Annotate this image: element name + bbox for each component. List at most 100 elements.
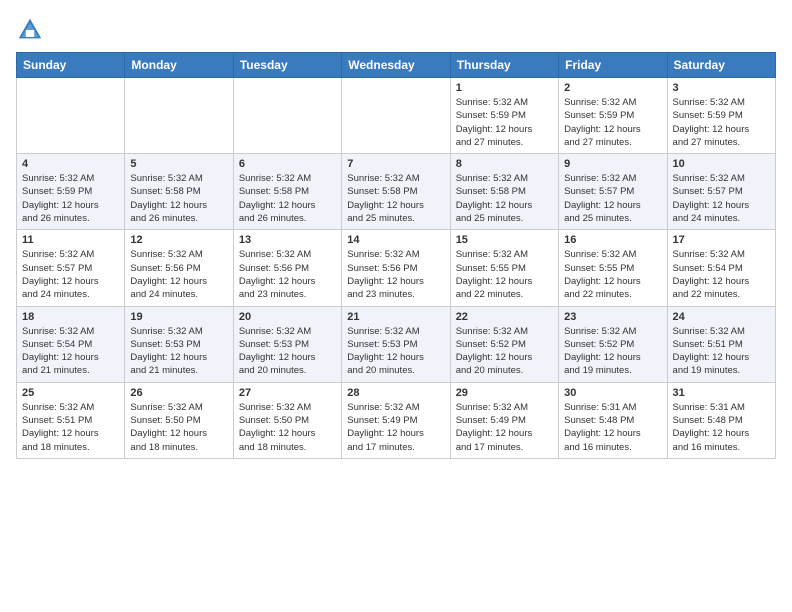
week-row-5: 25 Sunrise: 5:32 AM Sunset: 5:51 PM Dayli… [17, 382, 776, 458]
day-cell: 18 Sunrise: 5:32 AM Sunset: 5:54 PM Dayli… [17, 306, 125, 382]
day-cell: 2 Sunrise: 5:32 AM Sunset: 5:59 PM Daylig… [559, 78, 667, 154]
day-info: Sunrise: 5:32 AM Sunset: 5:51 PM Dayligh… [22, 401, 119, 454]
day-cell: 5Sunrise: 5:32 AM Sunset: 5:58 PM Daylig… [125, 154, 233, 230]
day-info: Sunrise: 5:32 AM Sunset: 5:49 PM Dayligh… [456, 401, 553, 454]
day-number: 18 [22, 311, 119, 323]
week-row-2: 4 Sunrise: 5:32 AM Sunset: 5:59 PM Daylig… [17, 154, 776, 230]
day-number: 29 [456, 387, 553, 399]
day-number: 8 [456, 158, 553, 170]
day-cell [125, 78, 233, 154]
day-number: 7 [347, 158, 444, 170]
day-number: 31 [673, 387, 770, 399]
logo-area [16, 16, 48, 44]
day-number: 30 [564, 387, 661, 399]
day-cell: 24Sunrise: 5:32 AM Sunset: 5:51 PM Dayli… [667, 306, 775, 382]
day-cell: 28 Sunrise: 5:32 AM Sunset: 5:49 PM Dayli… [342, 382, 450, 458]
day-cell: 3Sunrise: 5:32 AM Sunset: 5:59 PM Daylig… [667, 78, 775, 154]
day-info: Sunrise: 5:32 AM Sunset: 5:56 PM Dayligh… [347, 248, 444, 301]
header-cell-monday: Monday [125, 53, 233, 78]
day-cell: 29 Sunrise: 5:32 AM Sunset: 5:49 PM Dayli… [450, 382, 558, 458]
day-cell: 15 Sunrise: 5:32 AM Sunset: 5:55 PM Dayli… [450, 230, 558, 306]
day-cell: 4 Sunrise: 5:32 AM Sunset: 5:59 PM Daylig… [17, 154, 125, 230]
day-info: Sunrise: 5:32 AM Sunset: 5:59 PM Dayligh… [456, 96, 553, 149]
day-info: Sunrise: 5:32 AM Sunset: 5:53 PM Dayligh… [239, 325, 336, 378]
day-cell: 11 Sunrise: 5:32 AM Sunset: 5:57 PM Dayli… [17, 230, 125, 306]
day-cell: 12 Sunrise: 5:32 AM Sunset: 5:56 PM Dayli… [125, 230, 233, 306]
day-number: 13 [239, 234, 336, 246]
day-number: 14 [347, 234, 444, 246]
day-info: Sunrise: 5:32 AM Sunset: 5:55 PM Dayligh… [564, 248, 661, 301]
day-cell: 10Sunrise: 5:32 AM Sunset: 5:57 PM Dayli… [667, 154, 775, 230]
day-number: 17 [673, 234, 770, 246]
day-cell: 9Sunrise: 5:32 AM Sunset: 5:57 PM Daylig… [559, 154, 667, 230]
day-cell [233, 78, 341, 154]
day-number: 2 [564, 82, 661, 94]
day-info: Sunrise: 5:32 AM Sunset: 5:49 PM Dayligh… [347, 401, 444, 454]
day-number: 24 [673, 311, 770, 323]
day-number: 10 [673, 158, 770, 170]
page-container: SundayMondayTuesdayWednesdayThursdayFrid… [16, 16, 776, 459]
day-number: 16 [564, 234, 661, 246]
day-number: 27 [239, 387, 336, 399]
day-info: Sunrise: 5:32 AM Sunset: 5:57 PM Dayligh… [22, 248, 119, 301]
day-cell: 16 Sunrise: 5:32 AM Sunset: 5:55 PM Dayli… [559, 230, 667, 306]
day-info: Sunrise: 5:32 AM Sunset: 5:50 PM Dayligh… [239, 401, 336, 454]
day-info: Sunrise: 5:32 AM Sunset: 5:58 PM Dayligh… [456, 172, 553, 225]
day-info: Sunrise: 5:32 AM Sunset: 5:55 PM Dayligh… [456, 248, 553, 301]
day-number: 22 [456, 311, 553, 323]
day-cell: 25 Sunrise: 5:32 AM Sunset: 5:51 PM Dayli… [17, 382, 125, 458]
day-info: Sunrise: 5:32 AM Sunset: 5:56 PM Dayligh… [239, 248, 336, 301]
day-cell: 21Sunrise: 5:32 AM Sunset: 5:53 PM Dayli… [342, 306, 450, 382]
day-info: Sunrise: 5:31 AM Sunset: 5:48 PM Dayligh… [673, 401, 770, 454]
day-info: Sunrise: 5:32 AM Sunset: 5:53 PM Dayligh… [347, 325, 444, 378]
day-number: 23 [564, 311, 661, 323]
day-info: Sunrise: 5:32 AM Sunset: 5:59 PM Dayligh… [673, 96, 770, 149]
day-cell: 27 Sunrise: 5:32 AM Sunset: 5:50 PM Dayli… [233, 382, 341, 458]
calendar-body: 1 Sunrise: 5:32 AM Sunset: 5:59 PM Daylig… [17, 78, 776, 459]
day-number: 1 [456, 82, 553, 94]
day-info: Sunrise: 5:32 AM Sunset: 5:56 PM Dayligh… [130, 248, 227, 301]
calendar-table: SundayMondayTuesdayWednesdayThursdayFrid… [16, 52, 776, 459]
day-cell: 31 Sunrise: 5:31 AM Sunset: 5:48 PM Dayli… [667, 382, 775, 458]
day-number: 4 [22, 158, 119, 170]
day-cell: 7 Sunrise: 5:32 AM Sunset: 5:58 PM Daylig… [342, 154, 450, 230]
header-row: SundayMondayTuesdayWednesdayThursdayFrid… [17, 53, 776, 78]
day-info: Sunrise: 5:32 AM Sunset: 5:54 PM Dayligh… [673, 248, 770, 301]
day-info: Sunrise: 5:32 AM Sunset: 5:58 PM Dayligh… [239, 172, 336, 225]
header-cell-tuesday: Tuesday [233, 53, 341, 78]
week-row-3: 11 Sunrise: 5:32 AM Sunset: 5:57 PM Dayli… [17, 230, 776, 306]
day-info: Sunrise: 5:32 AM Sunset: 5:59 PM Dayligh… [564, 96, 661, 149]
day-cell: 13 Sunrise: 5:32 AM Sunset: 5:56 PM Dayli… [233, 230, 341, 306]
header-cell-sunday: Sunday [17, 53, 125, 78]
day-info: Sunrise: 5:32 AM Sunset: 5:53 PM Dayligh… [130, 325, 227, 378]
day-info: Sunrise: 5:32 AM Sunset: 5:57 PM Dayligh… [564, 172, 661, 225]
day-number: 28 [347, 387, 444, 399]
day-cell [17, 78, 125, 154]
day-cell: 14 Sunrise: 5:32 AM Sunset: 5:56 PM Dayli… [342, 230, 450, 306]
day-info: Sunrise: 5:32 AM Sunset: 5:58 PM Dayligh… [347, 172, 444, 225]
day-number: 20 [239, 311, 336, 323]
day-info: Sunrise: 5:31 AM Sunset: 5:48 PM Dayligh… [564, 401, 661, 454]
day-number: 6 [239, 158, 336, 170]
day-cell: 17 Sunrise: 5:32 AM Sunset: 5:54 PM Dayli… [667, 230, 775, 306]
header-cell-saturday: Saturday [667, 53, 775, 78]
day-cell: 23Sunrise: 5:32 AM Sunset: 5:52 PM Dayli… [559, 306, 667, 382]
day-number: 25 [22, 387, 119, 399]
day-cell: 8 Sunrise: 5:32 AM Sunset: 5:58 PM Daylig… [450, 154, 558, 230]
day-cell: 6 Sunrise: 5:32 AM Sunset: 5:58 PM Daylig… [233, 154, 341, 230]
day-cell: 22 Sunrise: 5:32 AM Sunset: 5:52 PM Dayli… [450, 306, 558, 382]
day-cell: 1 Sunrise: 5:32 AM Sunset: 5:59 PM Daylig… [450, 78, 558, 154]
header-cell-friday: Friday [559, 53, 667, 78]
day-info: Sunrise: 5:32 AM Sunset: 5:52 PM Dayligh… [456, 325, 553, 378]
day-info: Sunrise: 5:32 AM Sunset: 5:54 PM Dayligh… [22, 325, 119, 378]
week-row-4: 18 Sunrise: 5:32 AM Sunset: 5:54 PM Dayli… [17, 306, 776, 382]
header-cell-wednesday: Wednesday [342, 53, 450, 78]
day-number: 12 [130, 234, 227, 246]
logo-icon [16, 16, 44, 44]
day-cell: 26Sunrise: 5:32 AM Sunset: 5:50 PM Dayli… [125, 382, 233, 458]
day-number: 11 [22, 234, 119, 246]
day-cell: 19Sunrise: 5:32 AM Sunset: 5:53 PM Dayli… [125, 306, 233, 382]
day-number: 15 [456, 234, 553, 246]
day-info: Sunrise: 5:32 AM Sunset: 5:59 PM Dayligh… [22, 172, 119, 225]
week-row-1: 1 Sunrise: 5:32 AM Sunset: 5:59 PM Daylig… [17, 78, 776, 154]
